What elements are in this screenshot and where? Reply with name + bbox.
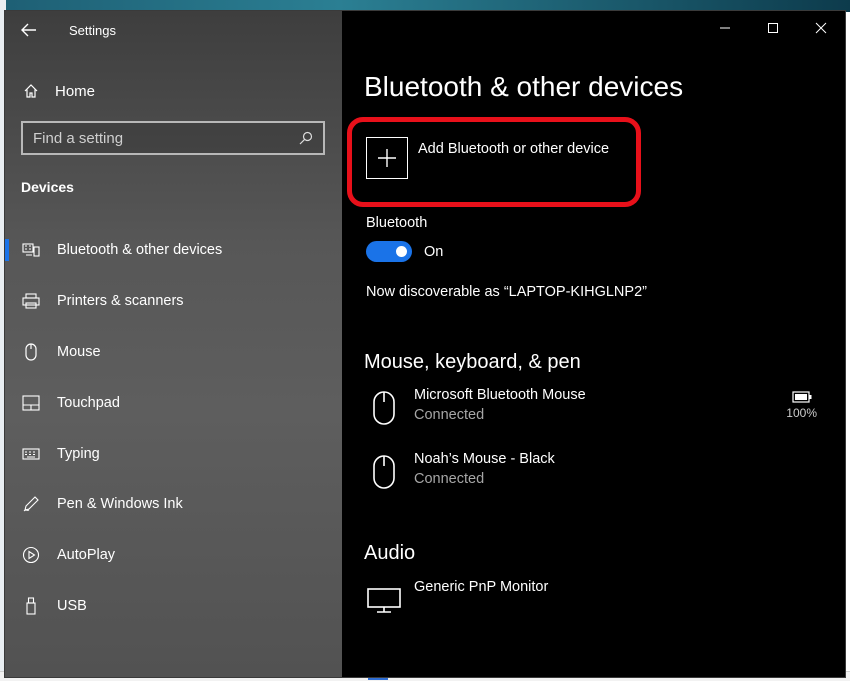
device-status: Connected [414,471,485,487]
device-name: Generic PnP Monitor [414,579,549,595]
sidebar-item-label: Mouse [57,343,101,360]
back-arrow-icon [21,23,36,37]
sidebar-item-label: AutoPlay [57,547,116,564]
sidebar-item-printers[interactable]: Printers & scanners [5,276,342,327]
back-button[interactable] [5,11,53,49]
battery-percent: 100% [786,406,817,420]
home-nav-item[interactable]: Home [5,73,342,109]
sidebar-item-label: Typing [57,445,100,462]
battery-indicator: 100% [786,391,817,420]
mouse-icon [366,387,402,429]
bluetooth-devices-icon [21,242,41,258]
sidebar-item-label: Printers & scanners [57,293,184,310]
sidebar-item-autoplay[interactable]: AutoPlay [5,530,342,581]
sidebar-item-label: Bluetooth & other devices [57,242,223,259]
autoplay-icon [21,546,41,564]
devices-nav-list: Bluetooth & other devices Printers & sca… [5,225,342,631]
close-icon [815,22,827,34]
sidebar-item-mouse[interactable]: Mouse [5,327,342,378]
maximize-icon [768,23,778,33]
mouse-section-title: Mouse, keyboard, & pen [364,351,581,373]
home-icon [21,83,41,99]
device-name: Microsoft Bluetooth Mouse [414,387,586,403]
selected-indicator [5,239,9,261]
battery-icon [792,391,812,403]
title-bar: Settings [5,11,342,49]
sidebar-item-bluetooth[interactable]: Bluetooth & other devices [5,225,342,276]
plus-icon [366,137,408,179]
sidebar-item-label: USB [57,597,87,614]
close-button[interactable] [797,11,845,45]
device-item-noahs-mouse[interactable]: Noah’s Mouse - Black Connected [366,451,816,493]
minimize-icon [720,27,730,29]
sidebar-item-touchpad[interactable]: Touchpad [5,377,342,428]
sidebar: Settings Home Devices [5,11,342,677]
usb-icon [21,597,41,615]
bluetooth-toggle[interactable] [366,241,412,262]
search-icon[interactable] [299,131,313,145]
page-title: Bluetooth & other devices [364,71,684,102]
sidebar-item-label: Touchpad [57,394,120,411]
search-box[interactable] [21,121,325,155]
device-name: Noah’s Mouse - Black [414,451,555,467]
monitor-icon [366,579,402,621]
device-item-microsoft-mouse[interactable]: Microsoft Bluetooth Mouse Connected [366,387,816,429]
add-device-label: Add Bluetooth or other device [418,141,610,157]
device-status: Connected [414,407,485,423]
bluetooth-toggle-row: On [366,241,443,262]
section-heading-devices: Devices [21,179,74,195]
sidebar-item-typing[interactable]: Typing [5,428,342,479]
touchpad-icon [21,395,41,411]
sidebar-item-usb[interactable]: USB [5,581,342,632]
mouse-icon [21,343,41,361]
main-content: Bluetooth & other devices Add Bluetooth … [342,11,845,677]
mouse-icon [366,451,402,493]
home-label: Home [55,82,96,100]
printer-icon [21,293,41,309]
discoverable-text: Now discoverable as “LAPTOP-KIHGLNP2” [366,284,647,300]
bluetooth-label: Bluetooth [366,215,428,231]
app-title: Settings [69,22,116,38]
window-controls [701,11,845,49]
toggle-knob [396,246,407,257]
settings-window: Settings Home Devices [4,10,846,678]
audio-section-title: Audio [364,542,416,564]
maximize-button[interactable] [749,11,797,45]
search-input[interactable] [33,129,273,147]
pen-icon [21,495,41,513]
minimize-button[interactable] [701,11,749,45]
keyboard-icon [21,448,41,460]
device-item-monitor[interactable]: Generic PnP Monitor [366,579,816,621]
sidebar-item-label: Pen & Windows Ink [57,496,183,513]
sidebar-item-pen[interactable]: Pen & Windows Ink [5,479,342,530]
bluetooth-state-label: On [424,243,444,260]
add-device-button[interactable]: Add Bluetooth or other device [366,137,609,179]
